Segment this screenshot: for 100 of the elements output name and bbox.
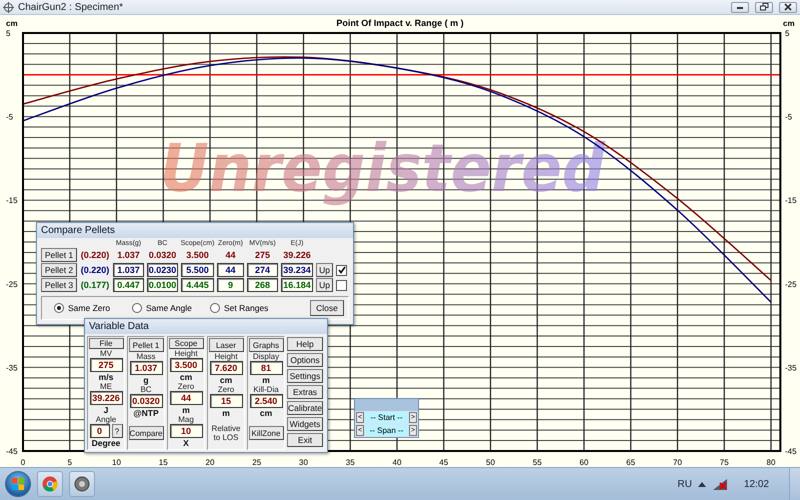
disc-icon bbox=[74, 476, 90, 492]
minimize-button[interactable] bbox=[731, 2, 749, 12]
axis-label: -45 bbox=[6, 447, 18, 456]
pellet-button[interactable]: Pellet 1 bbox=[41, 248, 77, 262]
panel-button[interactable]: Scope bbox=[168, 338, 204, 349]
pellet-button[interactable]: Pellet 2 bbox=[41, 263, 77, 277]
caret-up-icon[interactable] bbox=[698, 481, 706, 487]
note-text: Relative to LOS bbox=[210, 424, 242, 442]
value-field[interactable]: 1.037 bbox=[113, 263, 144, 277]
axis-label: 35 bbox=[346, 458, 355, 467]
value-field[interactable]: 275 bbox=[90, 358, 122, 372]
side-button[interactable]: Widgets bbox=[287, 417, 323, 431]
value-field[interactable]: 0.0320 bbox=[130, 394, 162, 408]
value-field[interactable]: 4.445 bbox=[181, 278, 214, 292]
value-field[interactable]: 44 bbox=[170, 391, 202, 405]
side-button[interactable]: Help bbox=[287, 337, 323, 351]
chart-title: Point Of Impact v. Range ( m ) bbox=[336, 18, 464, 28]
axis-label: 5 bbox=[68, 458, 72, 467]
axis-label: 50 bbox=[486, 458, 495, 467]
panel-button[interactable]: Compare bbox=[128, 426, 164, 440]
panel-button[interactable]: Pellet 1 bbox=[128, 338, 164, 352]
radio-label[interactable]: Same Angle bbox=[146, 303, 192, 313]
language-indicator[interactable]: RU bbox=[678, 478, 692, 490]
close-icon bbox=[784, 3, 792, 11]
side-button[interactable]: Calibrate bbox=[287, 401, 323, 415]
unit-label: g bbox=[143, 375, 149, 385]
radio-label[interactable]: Set Ranges bbox=[224, 303, 268, 313]
close-button[interactable]: Close bbox=[310, 300, 344, 316]
app-taskbar-button[interactable] bbox=[69, 471, 95, 497]
value-field[interactable]: 16.184 bbox=[281, 278, 313, 292]
axis-label: 25 bbox=[252, 458, 262, 467]
start-button[interactable] bbox=[5, 471, 31, 497]
browser-icon bbox=[42, 476, 58, 492]
axis-label: 70 bbox=[673, 458, 682, 467]
value-field[interactable]: 9 bbox=[217, 278, 244, 292]
panel-button[interactable]: Laser bbox=[208, 338, 244, 352]
close-button[interactable] bbox=[779, 2, 797, 12]
help-button[interactable]: ? bbox=[112, 424, 122, 438]
value-field[interactable]: 7.620 bbox=[210, 361, 242, 375]
value-field[interactable]: 268 bbox=[247, 278, 278, 292]
clock-text[interactable]: 12:02 bbox=[744, 478, 769, 490]
value-field[interactable]: 274 bbox=[247, 263, 278, 277]
radio-button[interactable] bbox=[54, 303, 64, 313]
restore-button[interactable] bbox=[755, 2, 773, 12]
pellet-button[interactable]: Pellet 3 bbox=[41, 278, 77, 292]
unit-label: m bbox=[262, 375, 270, 385]
field-label: ME bbox=[100, 382, 112, 391]
value-field[interactable]: 0 bbox=[90, 424, 110, 438]
value-field[interactable]: 3.500 bbox=[170, 358, 202, 372]
side-button[interactable]: Extras bbox=[287, 385, 323, 399]
value-field[interactable]: 39.226 bbox=[90, 391, 122, 405]
value-field[interactable]: 81 bbox=[250, 361, 282, 375]
radio-label[interactable]: Same Zero bbox=[68, 303, 110, 313]
field-label: Height bbox=[174, 349, 198, 358]
value-field[interactable]: 44 bbox=[217, 263, 244, 277]
unit-label: cm bbox=[180, 372, 192, 382]
side-button[interactable]: Options bbox=[287, 353, 323, 367]
radio-button[interactable] bbox=[210, 303, 220, 313]
axis-label: 10 bbox=[112, 458, 121, 467]
checkbox[interactable] bbox=[336, 280, 347, 290]
dialog-title: Variable Data bbox=[85, 319, 327, 334]
axis-label: 30 bbox=[299, 458, 308, 467]
axis-title: cm bbox=[6, 19, 18, 28]
range-label: -- Start -- bbox=[365, 412, 408, 423]
value-field[interactable]: 10 bbox=[170, 424, 202, 438]
side-button[interactable]: Exit bbox=[287, 433, 323, 447]
value-field[interactable]: 2.540 bbox=[250, 394, 282, 408]
panel-button[interactable]: Graphs bbox=[248, 338, 284, 352]
value-text: 3.500 bbox=[185, 250, 210, 260]
field-label: BC bbox=[140, 385, 152, 394]
panel-button[interactable]: KillZone bbox=[248, 426, 284, 440]
unit-label: Degree bbox=[92, 438, 120, 448]
value-field[interactable]: 0.447 bbox=[113, 278, 144, 292]
field-label: MV bbox=[100, 349, 112, 358]
axis-label: 60 bbox=[580, 458, 588, 467]
network-icon[interactable] bbox=[712, 477, 728, 491]
value-field[interactable]: 0.0230 bbox=[147, 263, 178, 277]
up-button[interactable]: Up bbox=[316, 278, 333, 292]
value-field[interactable]: 15 bbox=[210, 394, 242, 408]
checkbox[interactable] bbox=[336, 264, 347, 276]
restore-icon bbox=[760, 3, 768, 11]
field-label: Kill-Dia bbox=[253, 385, 279, 394]
value-field[interactable]: 1.037 bbox=[130, 361, 162, 375]
unit-label: X bbox=[183, 438, 189, 448]
unit-label: m bbox=[222, 408, 230, 418]
value-field[interactable]: 39.234 bbox=[281, 263, 313, 277]
dialog-title: Compare Pellets bbox=[37, 223, 353, 238]
browser-taskbar-button[interactable] bbox=[37, 471, 63, 497]
caliber-text: (0.220) bbox=[80, 250, 110, 260]
value-field[interactable]: 0.0100 bbox=[147, 278, 178, 292]
axis-label: 55 bbox=[532, 458, 542, 467]
value-text: 44 bbox=[224, 250, 236, 260]
value-field[interactable]: 5.500 bbox=[181, 263, 214, 277]
axis-label: 5 bbox=[6, 29, 10, 38]
panel-button[interactable]: File bbox=[88, 338, 124, 349]
axis-label: -35 bbox=[6, 363, 18, 372]
side-button[interactable]: Settings bbox=[287, 369, 323, 383]
field-label: Mag bbox=[178, 415, 194, 424]
radio-button[interactable] bbox=[132, 303, 142, 313]
up-button[interactable]: Up bbox=[316, 263, 333, 277]
